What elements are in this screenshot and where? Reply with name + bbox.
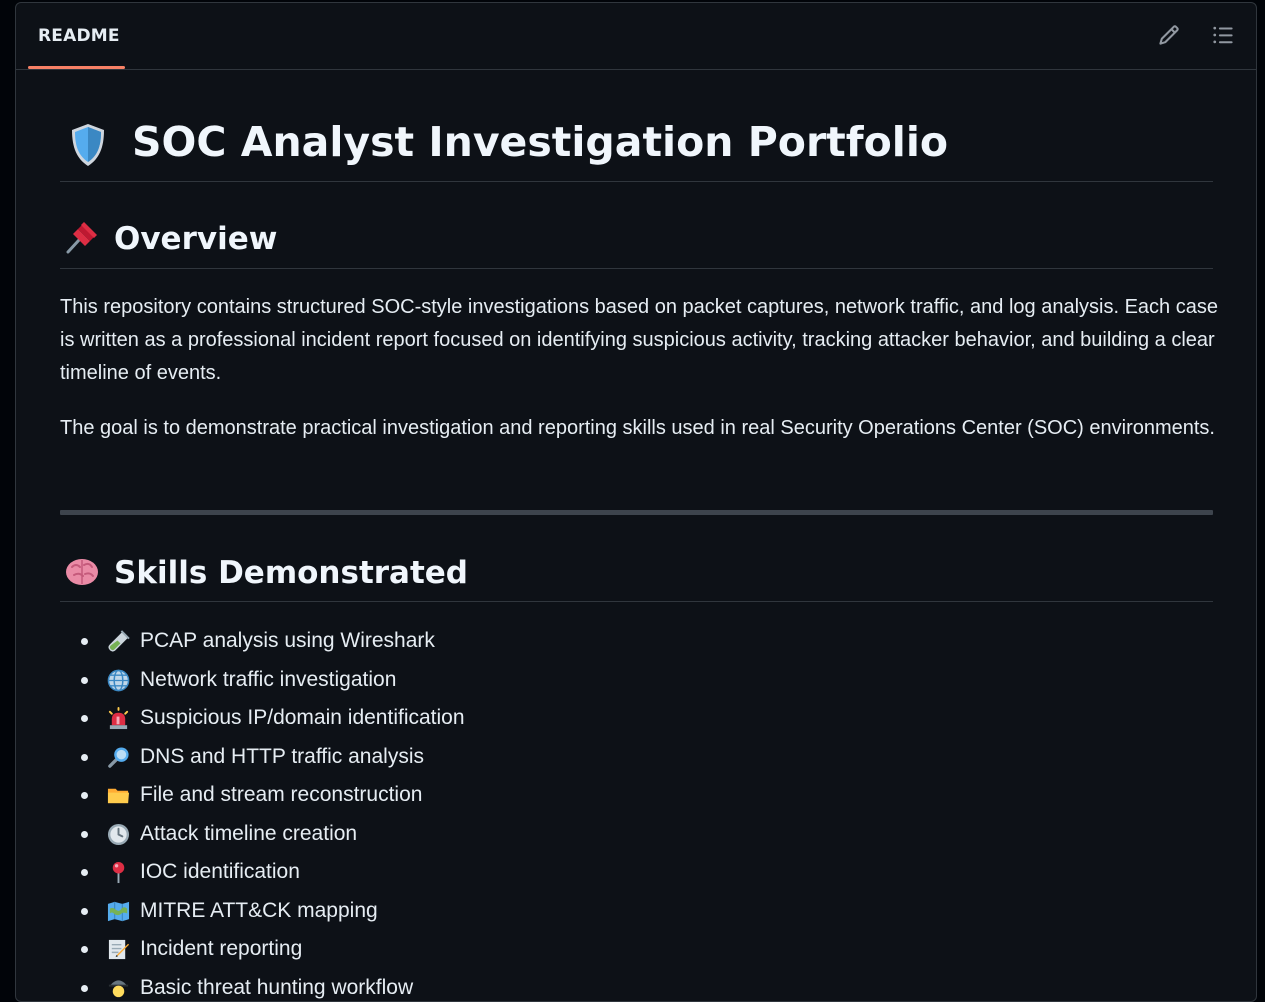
table-of-contents-button[interactable] <box>1209 21 1237 49</box>
test-tube-icon <box>107 630 130 653</box>
list-item-label: IOC identification <box>140 853 300 891</box>
bullet <box>81 792 88 799</box>
list-item: DNS and HTTP traffic analysis <box>60 738 1213 777</box>
list-item-label: DNS and HTTP traffic analysis <box>140 738 424 776</box>
list-item: IOC identification <box>60 853 1213 892</box>
magnifier-icon <box>107 746 130 769</box>
bullet <box>81 677 88 684</box>
tab-readme[interactable]: README <box>28 3 130 69</box>
list-item: Network traffic investigation <box>60 661 1213 700</box>
brain-icon <box>64 553 100 589</box>
readme-header: README <box>16 3 1256 70</box>
list-item: Attack timeline creation <box>60 815 1213 854</box>
siren-icon <box>107 707 130 730</box>
bullet <box>81 831 88 838</box>
list-item: Basic threat hunting workflow <box>60 969 1213 1002</box>
list-item-label: Basic threat hunting workflow <box>140 969 413 1002</box>
detective-icon <box>107 977 130 1000</box>
list-item: Incident reporting <box>60 930 1213 969</box>
memo-icon <box>107 938 130 961</box>
readme-panel: README SOC Analyst Investigation Portfol… <box>15 2 1257 1002</box>
bullet <box>81 908 88 915</box>
round-pushpin-icon <box>107 861 130 884</box>
map-icon <box>107 900 130 923</box>
skills-heading-text: Skills Demonstrated <box>114 553 468 593</box>
shield-icon <box>68 122 108 168</box>
bullet <box>81 985 88 992</box>
horizontal-rule <box>60 510 1213 515</box>
bullet <box>81 946 88 953</box>
clock-icon <box>107 823 130 846</box>
tab-readme-label: README <box>38 26 120 46</box>
list-item-label: Network traffic investigation <box>140 661 396 699</box>
list-item: Suspicious IP/domain identification <box>60 699 1213 738</box>
pencil-icon <box>1158 24 1180 46</box>
bullet <box>81 869 88 876</box>
list-item-label: MITRE ATT&CK mapping <box>140 892 378 930</box>
list-item-label: Incident reporting <box>140 930 302 968</box>
overview-heading: Overview <box>60 219 1213 269</box>
bullet <box>81 715 88 722</box>
overview-heading-text: Overview <box>114 219 277 259</box>
bullet <box>81 754 88 761</box>
list-item-label: File and stream reconstruction <box>140 776 422 814</box>
folder-icon <box>107 784 130 807</box>
overview-paragraph-1: This repository contains structured SOC-… <box>60 291 1220 390</box>
edit-file-button[interactable] <box>1155 21 1183 49</box>
list-item: PCAP analysis using Wireshark <box>60 622 1213 661</box>
title-text: SOC Analyst Investigation Portfolio <box>132 117 948 167</box>
list-item-label: Suspicious IP/domain identification <box>140 699 465 737</box>
skills-list: PCAP analysis using Wireshark Network tr… <box>60 622 1213 1002</box>
list-unordered-icon <box>1212 24 1234 46</box>
bullet <box>81 638 88 645</box>
list-item-label: PCAP analysis using Wireshark <box>140 622 435 660</box>
globe-icon <box>107 669 130 692</box>
page-title: SOC Analyst Investigation Portfolio <box>60 117 1213 182</box>
list-item-label: Attack timeline creation <box>140 815 357 853</box>
list-item: MITRE ATT&CK mapping <box>60 892 1213 931</box>
skills-heading: Skills Demonstrated <box>60 553 1213 602</box>
pushpin-icon <box>64 219 100 255</box>
list-item: File and stream reconstruction <box>60 776 1213 815</box>
overview-paragraph-2: The goal is to demonstrate practical inv… <box>60 412 1220 445</box>
active-tab-indicator <box>28 66 125 69</box>
